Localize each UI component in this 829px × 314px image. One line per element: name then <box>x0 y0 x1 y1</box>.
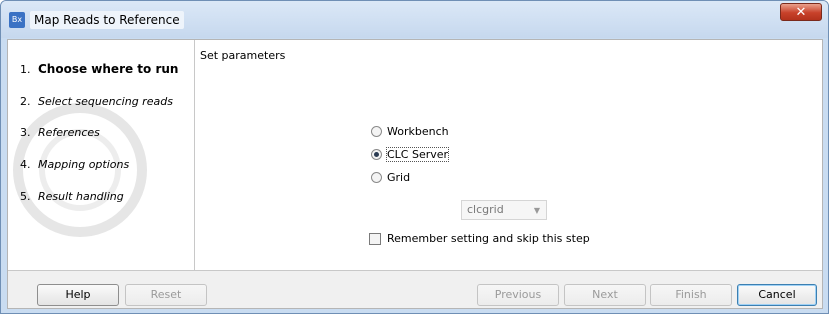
button-bar: Help Reset Previous Next Finish Cancel <box>8 270 822 308</box>
radio-workbench[interactable]: Workbench <box>371 125 449 138</box>
grid-preset-select: clcgrid ▼ <box>461 200 547 220</box>
step-choose-where-to-run: 1. Choose where to run <box>20 62 178 76</box>
step-number: 3. <box>20 126 31 139</box>
step-mapping-options: 4. Mapping options <box>20 158 129 171</box>
step-result-handling: 5. Result handling <box>20 190 124 203</box>
radio-button[interactable] <box>371 149 382 160</box>
step-number: 2. <box>20 95 31 108</box>
close-icon: ✕ <box>795 5 807 20</box>
app-icon: Bx <box>9 12 25 28</box>
watermark-logo <box>13 103 147 237</box>
radio-grid[interactable]: Grid <box>371 171 410 184</box>
wizard-steps-panel: 1. Choose where to run 2. Select sequencin… <box>8 40 195 270</box>
step-label: Result handling <box>38 190 124 203</box>
step-label: Select sequencing reads <box>38 95 173 108</box>
close-button[interactable]: ✕ <box>780 3 822 21</box>
radio-label: Workbench <box>387 125 449 138</box>
help-button[interactable]: Help <box>37 284 119 306</box>
reset-button[interactable]: Reset <box>125 284 207 306</box>
radio-button[interactable] <box>371 172 382 183</box>
radio-button[interactable] <box>371 126 382 137</box>
step-number: 4. <box>20 158 31 171</box>
remember-setting-checkbox[interactable]: Remember setting and skip this step <box>369 232 590 245</box>
finish-button[interactable]: Finish <box>650 284 732 306</box>
checkbox[interactable] <box>369 232 381 245</box>
select-value: clcgrid <box>467 203 504 216</box>
step-number: 5. <box>20 190 31 203</box>
panel-title: Set parameters <box>200 49 286 62</box>
step-label: Choose where to run <box>38 62 179 76</box>
checkbox-label: Remember setting and skip this step <box>387 232 590 245</box>
next-button[interactable]: Next <box>564 284 646 306</box>
parameters-panel: Set parameters Workbench CLC Server Grid… <box>195 40 822 270</box>
title-bar[interactable]: Bx Map Reads to Reference ✕ <box>1 1 828 38</box>
step-references: 3. References <box>20 126 100 139</box>
window-title: Map Reads to Reference <box>30 11 184 29</box>
step-select-sequencing-reads: 2. Select sequencing reads <box>20 95 173 108</box>
radio-label: CLC Server <box>385 147 450 162</box>
dialog-window: Bx Map Reads to Reference ✕ 1. Choose whe… <box>0 0 829 314</box>
step-label: Mapping options <box>38 158 130 171</box>
step-number: 1. <box>20 63 31 76</box>
radio-clc-server[interactable]: CLC Server <box>371 147 450 162</box>
previous-button[interactable]: Previous <box>477 284 559 306</box>
step-label: References <box>38 126 100 139</box>
radio-label: Grid <box>387 171 411 184</box>
chevron-down-icon: ▼ <box>533 206 540 215</box>
cancel-button[interactable]: Cancel <box>737 284 817 306</box>
dialog-body: 1. Choose where to run 2. Select sequencin… <box>7 39 823 309</box>
